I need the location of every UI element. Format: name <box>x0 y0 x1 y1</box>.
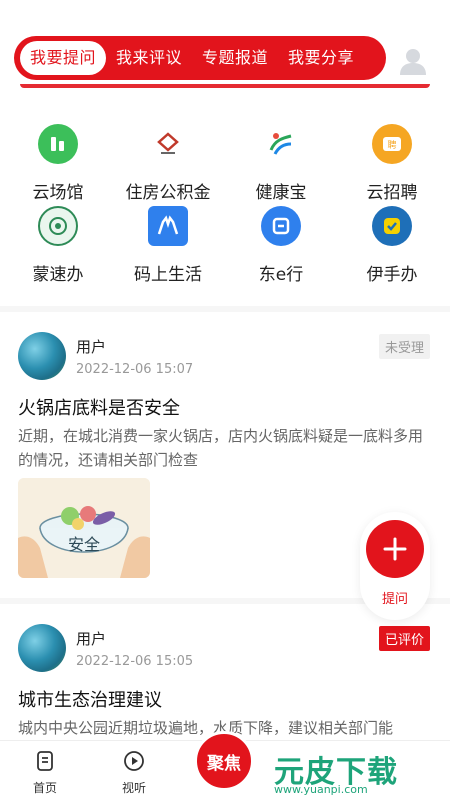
avatar <box>18 332 66 380</box>
service-label: 云场馆 <box>32 183 84 203</box>
watermark: 元皮下载 www.yuanpi.com <box>262 747 450 800</box>
nav-home[interactable]: 首页 <box>15 749 75 796</box>
service-housing-fund[interactable]: 住房公积金 <box>118 124 218 203</box>
health-logo-icon <box>261 124 301 164</box>
image-caption: 安全 <box>68 535 100 554</box>
post-body: 近期，在城北消费一家火锅店，店内火锅底料疑是一底料多用的情况，还请相关部门检查 <box>18 427 424 469</box>
yi-shou-ban-icon <box>372 206 412 246</box>
service-ma-shang-shenghuo[interactable]: 码上生活 <box>118 206 218 285</box>
tab-special-report[interactable]: 专题报道 <box>192 41 278 75</box>
service-health[interactable]: 健康宝 <box>231 124 331 203</box>
fab-label: 提问 <box>381 592 408 607</box>
post-title[interactable]: 火锅店底料是否安全 <box>18 394 180 420</box>
service-yi-shou-ban[interactable]: 伊手办 <box>342 206 442 285</box>
post-timestamp: 2022-12-06 15:07 <box>76 362 194 377</box>
add-icon[interactable] <box>366 520 424 578</box>
recruit-icon: 聘 <box>372 124 412 164</box>
tab-underline <box>20 84 430 88</box>
service-label: 伊手办 <box>366 265 418 285</box>
tab-bar: 我要提问 我来评议 专题报道 我要分享 <box>14 36 386 80</box>
post-image[interactable]: 安全 <box>18 478 150 578</box>
service-meng-su-ban[interactable]: 蒙速办 <box>8 206 108 285</box>
service-label: 住房公积金 <box>125 183 211 203</box>
ask-fab[interactable]: 提问 <box>360 512 430 620</box>
post-title[interactable]: 城市生态治理建议 <box>18 686 162 712</box>
housing-fund-logo-icon <box>148 124 188 164</box>
service-dong-e-xing[interactable]: 东e行 <box>231 206 331 285</box>
travel-icon <box>261 206 301 246</box>
nav-video[interactable]: 视听 <box>104 749 164 796</box>
tab-share[interactable]: 我要分享 <box>278 41 364 75</box>
focus-button[interactable]: 聚焦 <box>194 731 254 791</box>
bottom-nav: 首页 视听 聚焦 元皮下载 www.yuanpi.com <box>0 731 450 800</box>
post-card[interactable]: 用户 2022-12-06 15:05 已评价 城市生态治理建议 城内中央公园近… <box>0 604 450 740</box>
horse-icon <box>148 206 188 246</box>
avatar <box>18 624 66 672</box>
home-doc-icon <box>37 751 53 771</box>
nav-label: 首页 <box>32 781 57 795</box>
service-label: 云招聘 <box>366 183 418 203</box>
gov-seal-icon <box>38 206 78 246</box>
status-badge: 未受理 <box>378 334 430 359</box>
service-label: 码上生活 <box>134 265 202 285</box>
hotpot-bowl-illustration: 安全 <box>18 478 150 578</box>
service-grid: 云场馆 住房公积金 健康宝 聘 云招聘 蒙速办 码上生活 东e行 伊手办 <box>0 118 450 288</box>
top-bar: 我要提问 我来评议 专题报道 我要分享 <box>0 0 450 90</box>
nav-label: 视听 <box>121 781 146 795</box>
post-username: 用户 <box>76 630 107 648</box>
user-avatar-icon[interactable] <box>398 46 428 76</box>
post-username: 用户 <box>76 338 107 356</box>
post-timestamp: 2022-12-06 15:05 <box>76 654 194 669</box>
tab-ask[interactable]: 我要提问 <box>20 41 107 75</box>
service-label: 健康宝 <box>255 183 307 203</box>
chart-icon <box>38 124 78 164</box>
svg-text:聘: 聘 <box>387 139 396 151</box>
service-label: 蒙速办 <box>32 265 84 285</box>
watermark-url: www.yuanpi.com <box>274 783 368 796</box>
service-yun-changguan[interactable]: 云场馆 <box>8 124 108 203</box>
status-badge: 已评价 <box>378 626 430 651</box>
play-icon <box>124 751 144 771</box>
service-recruit[interactable]: 聘 云招聘 <box>342 124 442 203</box>
service-label: 东e行 <box>258 265 304 285</box>
tab-review[interactable]: 我来评议 <box>106 41 192 75</box>
